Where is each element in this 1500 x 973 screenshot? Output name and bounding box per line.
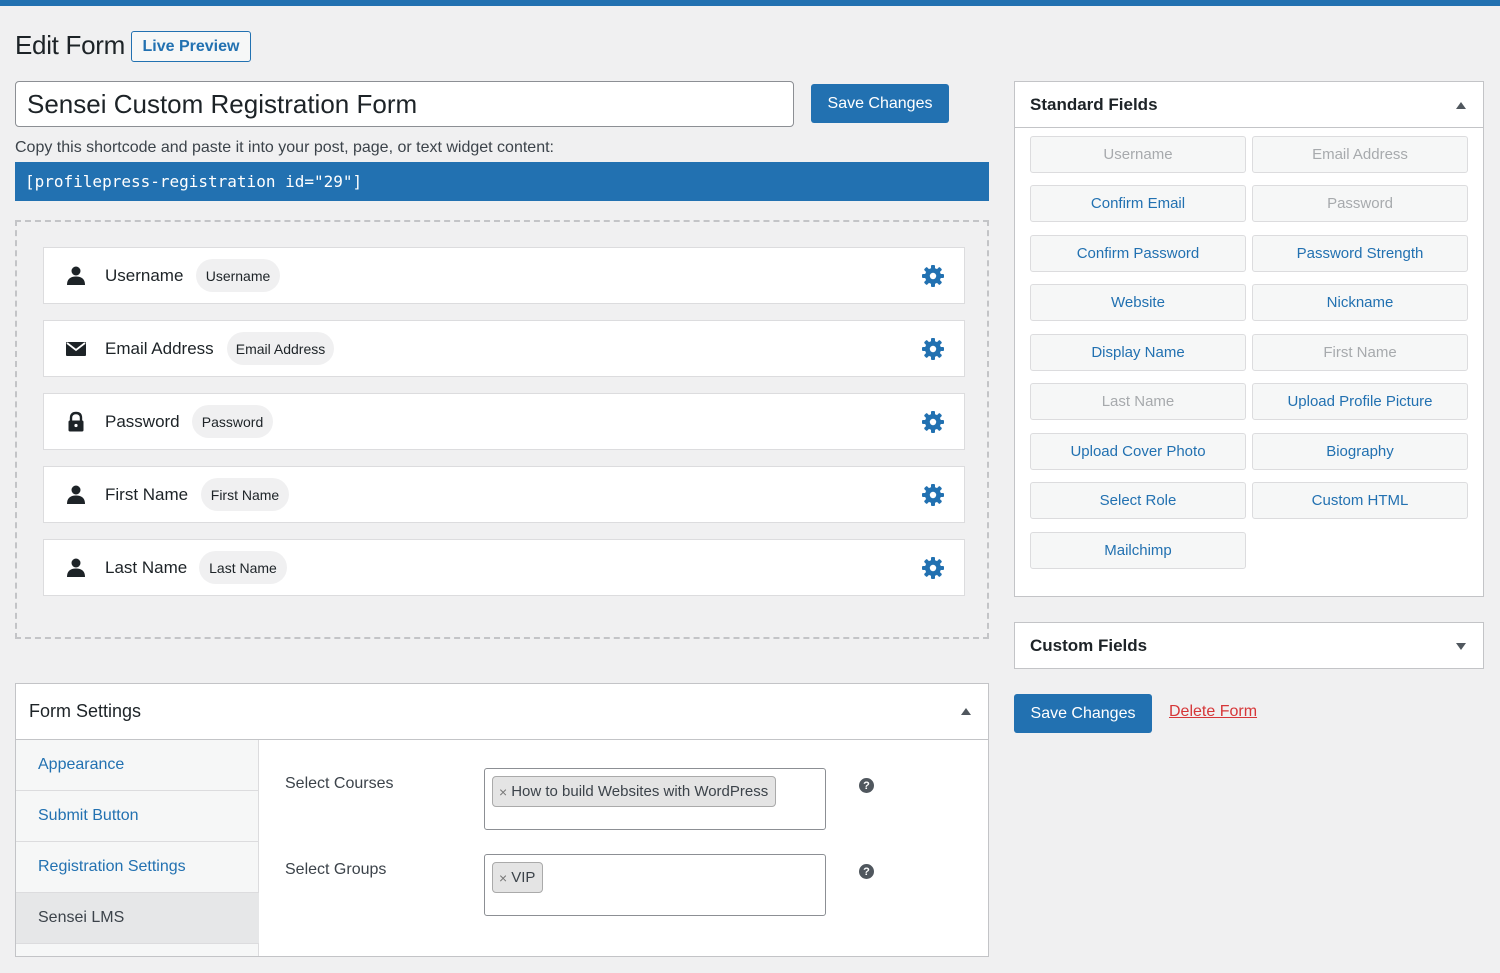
remove-tag-icon[interactable]: × <box>499 870 507 886</box>
std-field-display-name[interactable]: Display Name <box>1030 334 1246 371</box>
selected-course-tag: × How to build Websites with WordPress <box>492 776 777 807</box>
shortcode-field[interactable]: [profilepress-registration id="29"] <box>15 162 989 201</box>
expand-caret-icon[interactable] <box>1456 643 1466 650</box>
selected-course-label: How to build Websites with WordPress <box>511 783 769 800</box>
select-courses-field[interactable]: × How to build Websites with WordPress <box>484 768 826 830</box>
tab-submit-button[interactable]: Submit Button <box>16 791 259 842</box>
user-icon <box>67 485 85 504</box>
select-groups-label: Select Groups <box>285 861 387 878</box>
selected-group-tag: × VIP <box>492 862 544 893</box>
field-type-chip: First Name <box>201 478 289 511</box>
std-field-confirm-email[interactable]: Confirm Email <box>1030 185 1246 222</box>
std-field-upload-cover-photo[interactable]: Upload Cover Photo <box>1030 433 1246 470</box>
select-groups-field[interactable]: × VIP <box>484 854 826 916</box>
custom-fields-header[interactable]: Custom Fields <box>1015 623 1483 669</box>
field-label: Username <box>105 265 184 285</box>
gear-icon[interactable] <box>921 410 945 434</box>
delete-form-link[interactable]: Delete Form <box>1169 703 1257 721</box>
live-preview-button[interactable]: Live Preview <box>131 31 251 62</box>
user-icon <box>67 558 85 577</box>
std-field-password[interactable]: Password <box>1252 185 1468 222</box>
std-field-select-role[interactable]: Select Role <box>1030 482 1246 519</box>
form-title-input[interactable]: Sensei Custom Registration Form <box>15 81 794 127</box>
std-field-password-strength[interactable]: Password Strength <box>1252 235 1468 272</box>
gear-icon[interactable] <box>921 264 945 288</box>
lock-icon <box>68 411 84 432</box>
selected-group-label: VIP <box>511 869 536 886</box>
gear-icon[interactable] <box>921 483 945 507</box>
custom-fields-panel: Custom Fields <box>1014 622 1484 669</box>
std-field-email-address[interactable]: Email Address <box>1252 136 1468 173</box>
standard-fields-title: Standard Fields <box>1030 94 1158 114</box>
builder-field-email[interactable]: Email Address Email Address <box>43 320 965 377</box>
field-label: Password <box>105 411 180 431</box>
std-field-first-name[interactable]: First Name <box>1252 334 1468 371</box>
help-icon[interactable]: ? <box>859 864 874 879</box>
tab-appearance[interactable]: Appearance <box>16 740 259 791</box>
std-field-upload-profile-picture[interactable]: Upload Profile Picture <box>1252 383 1468 420</box>
field-label: Last Name <box>105 557 188 577</box>
tab-registration-settings[interactable]: Registration Settings <box>16 842 259 893</box>
builder-field-username[interactable]: Username Username <box>43 247 965 304</box>
standard-fields-header[interactable]: Standard Fields <box>1015 82 1483 128</box>
std-field-username[interactable]: Username <box>1030 136 1246 173</box>
form-settings-panel: Form Settings Appearance Submit Button R… <box>15 683 989 957</box>
custom-fields-title: Custom Fields <box>1030 636 1148 655</box>
collapse-caret-icon[interactable] <box>961 708 971 715</box>
user-icon <box>67 266 85 285</box>
form-settings-header[interactable]: Form Settings <box>16 684 988 740</box>
form-settings-title: Form Settings <box>29 701 142 721</box>
builder-field-password[interactable]: Password Password <box>43 393 965 450</box>
tab-sensei-lms[interactable]: Sensei LMS <box>16 893 259 944</box>
std-field-confirm-password[interactable]: Confirm Password <box>1030 235 1246 272</box>
gear-icon[interactable] <box>921 337 945 361</box>
std-field-mailchimp[interactable]: Mailchimp <box>1030 532 1246 569</box>
save-changes-button-top[interactable]: Save Changes <box>811 84 949 123</box>
std-field-custom-html[interactable]: Custom HTML <box>1252 482 1468 519</box>
page-title: Edit Form <box>15 30 125 60</box>
admin-top-accent-bar <box>0 0 1500 6</box>
field-type-chip: Last Name <box>199 551 287 584</box>
select-courses-label: Select Courses <box>285 775 394 792</box>
remove-tag-icon[interactable]: × <box>499 784 507 800</box>
standard-fields-panel: Standard Fields Username Email Address C… <box>1014 81 1484 597</box>
std-field-nickname[interactable]: Nickname <box>1252 284 1468 321</box>
field-type-chip: Email Address <box>227 332 334 365</box>
shortcode-hint: Copy this shortcode and paste it into yo… <box>15 139 554 156</box>
field-type-chip: Password <box>192 405 273 438</box>
save-changes-button-bottom[interactable]: Save Changes <box>1014 694 1152 733</box>
help-icon[interactable]: ? <box>859 778 874 793</box>
field-type-chip: Username <box>196 259 280 292</box>
field-label: Email Address <box>105 338 214 358</box>
form-builder-dropzone: Username Username Email Address Email Ad… <box>15 220 989 639</box>
collapse-caret-icon[interactable] <box>1456 102 1466 109</box>
field-label: First Name <box>105 484 189 504</box>
envelope-icon <box>66 342 86 356</box>
std-field-last-name[interactable]: Last Name <box>1030 383 1246 420</box>
settings-tabs: Appearance Submit Button Registration Se… <box>16 740 259 956</box>
builder-field-last-name[interactable]: Last Name Last Name <box>43 539 965 596</box>
builder-field-first-name[interactable]: First Name First Name <box>43 466 965 523</box>
std-field-biography[interactable]: Biography <box>1252 433 1468 470</box>
gear-icon[interactable] <box>921 556 945 580</box>
std-field-website[interactable]: Website <box>1030 284 1246 321</box>
